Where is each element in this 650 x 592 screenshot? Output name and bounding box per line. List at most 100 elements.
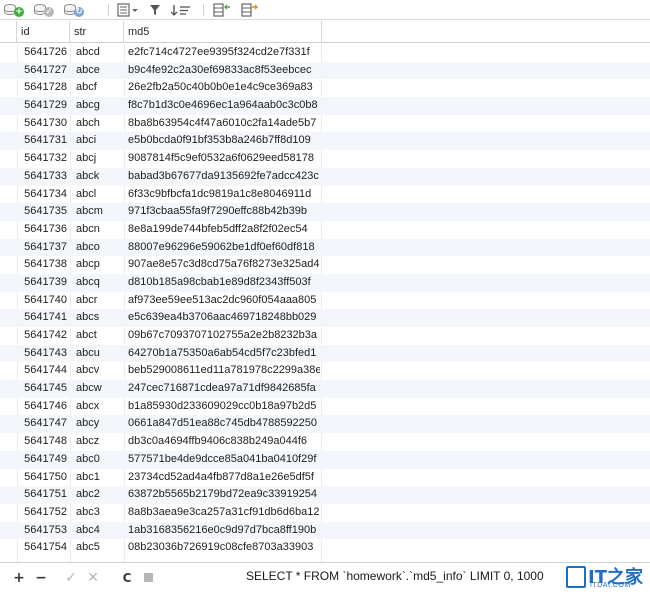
cell-str[interactable]: abc2 [74, 486, 124, 504]
cell-md5[interactable]: 23734cd52ad4a4fb877d8a1e26e5df5f [126, 469, 320, 487]
form-view-button[interactable] [113, 0, 143, 20]
cell-id[interactable]: 5641753 [17, 522, 69, 540]
cell-id[interactable]: 5641728 [17, 79, 69, 97]
cell-str[interactable]: abc4 [74, 522, 124, 540]
table-row[interactable]: 5641749 abc0 577571be4de9dcce85a041ba0410f… [0, 450, 650, 469]
cell-str[interactable]: abcd [74, 44, 124, 62]
cell-str[interactable]: abcj [74, 150, 124, 168]
cell-md5[interactable]: 9087814f5c9ef0532a6f0629eed58178 [126, 150, 320, 168]
table-row[interactable]: 5641747 abcy 0661a847d51ea88c745db47885922… [0, 415, 650, 434]
cell-md5[interactable]: 26e2fb2a50c40b0b0e1e4c9ce369a83 [126, 79, 320, 97]
table-row[interactable]: 5641727 abce b9c4fe92c2a30ef69833ac8f53eeb… [0, 61, 650, 80]
cell-id[interactable]: 5641740 [17, 292, 69, 310]
cell-id[interactable]: 5641743 [17, 345, 69, 363]
filter-button[interactable] [143, 0, 167, 20]
table-row[interactable]: 5641732 abcj 9087814f5c9ef0532a6f0629eed58… [0, 150, 650, 168]
table-row[interactable]: 5641726 abcd e2fc714c4727ee9395f324cd2e7f3… [0, 44, 650, 62]
apply-changes-button[interactable]: ✓ [30, 0, 60, 20]
import-button[interactable] [208, 0, 236, 20]
cell-md5[interactable]: e5b0bcda0f91bf353b8a246b7ff8d109 [126, 132, 320, 150]
apply-button[interactable]: ✓ [60, 570, 82, 586]
add-record-button[interactable]: + [0, 0, 30, 20]
cell-md5[interactable]: 64270b1a75350a6ab54cd5f7c23bfed1 [126, 345, 320, 363]
cell-id[interactable]: 5641731 [17, 132, 69, 150]
cell-id[interactable]: 5641748 [17, 433, 69, 451]
cell-md5[interactable]: 907ae8e57c3d8cd75a76f8273e325ad4 [126, 256, 320, 274]
cell-str[interactable]: abcr [74, 292, 124, 310]
cell-md5[interactable]: b9c4fe92c2a30ef69833ac8f53eebcec [126, 62, 320, 80]
cell-md5[interactable]: 0661a847d51ea88c745db4788592250 [126, 415, 320, 433]
table-row[interactable]: 5641744 abcv beb529008611ed11a781978c2299a… [0, 362, 650, 380]
cell-id[interactable]: 5641754 [17, 539, 69, 557]
table-row[interactable]: 5641745 abcw 247cec716871cdea97a71df984268… [0, 380, 650, 398]
cell-str[interactable]: abcm [74, 203, 124, 221]
cell-str[interactable]: abce [74, 62, 124, 80]
discard-button[interactable]: ✕ [82, 570, 104, 586]
cell-md5[interactable]: 8e8a199de744bfeb5dff2a8f2f02ec54 [126, 221, 320, 239]
cell-id[interactable]: 5641744 [17, 362, 69, 380]
table-row[interactable]: 5641754 abc5 08b23036b726919c08cfe8703a339… [0, 539, 650, 557]
cell-id[interactable]: 5641730 [17, 115, 69, 133]
table-row[interactable]: 5641751 abc2 63872b5565b2179bd72ea9c339192… [0, 486, 650, 504]
cell-str[interactable]: abch [74, 115, 124, 133]
cell-str[interactable]: abcq [74, 274, 124, 292]
cell-id[interactable]: 5641741 [17, 309, 69, 327]
cell-md5[interactable]: babad3b67677da9135692fe7adcc423c [126, 168, 320, 186]
column-header-id[interactable]: id [17, 21, 70, 43]
cell-str[interactable]: abcv [74, 362, 124, 380]
table-row[interactable]: 5641736 abcn 8e8a199de744bfeb5dff2a8f2f02e… [0, 221, 650, 239]
cell-str[interactable]: abcp [74, 256, 124, 274]
cell-id[interactable]: 5641734 [17, 186, 69, 204]
cell-str[interactable]: abc1 [74, 469, 124, 487]
cell-id[interactable]: 5641727 [17, 62, 69, 80]
cell-id[interactable]: 5641747 [17, 415, 69, 433]
cell-md5[interactable]: 971f3cbaa55fa9f7290effc88b42b39b [126, 203, 320, 221]
cell-str[interactable]: abcn [74, 221, 124, 239]
table-row[interactable]: 5641740 abcr af973ee59ee513ac2dc960f054aaa… [0, 292, 650, 310]
column-header-str[interactable]: str [70, 21, 124, 43]
table-row[interactable]: 5641742 abct 09b67c7093707102755a2e2b8232b… [0, 327, 650, 345]
cell-md5[interactable]: 1ab3168356216e0c9d97d7bca8ff190b [126, 522, 320, 540]
column-header-md5[interactable]: md5 [124, 21, 322, 43]
discard-changes-button[interactable]: ↻ [60, 0, 90, 20]
cell-str[interactable]: abcs [74, 309, 124, 327]
table-row[interactable]: 5641748 abcz db3c0a4694ffb9406c838b249a044… [0, 433, 650, 451]
table-row[interactable]: 5641750 abc1 23734cd52ad4a4fb877d8a1e26e5d… [0, 469, 650, 487]
table-row[interactable]: 5641734 abcl 6f33c9bfbcfa1dc9819a1c8e80469… [0, 186, 650, 204]
cell-id[interactable]: 5641742 [17, 327, 69, 345]
table-row[interactable]: 5641753 abc4 1ab3168356216e0c9d97d7bca8ff1… [0, 521, 650, 540]
cell-id[interactable]: 5641751 [17, 486, 69, 504]
cell-id[interactable]: 5641737 [17, 239, 69, 257]
sort-button[interactable] [167, 0, 195, 20]
cell-md5[interactable]: 8a8b3aea9e3ca257a31cf91db6d6ba12 [126, 504, 320, 522]
cell-md5[interactable]: e2fc714c4727ee9395f324cd2e7f331f [126, 44, 320, 62]
table-row[interactable]: 5641741 abcs e5c639ea4b3706aac469718248bb0… [0, 309, 650, 327]
cell-id[interactable]: 5641746 [17, 398, 69, 416]
cell-str[interactable]: abct [74, 327, 124, 345]
table-row[interactable]: 5641729 abcg f8c7b1d3c0e4696ec1a964aab0c3c… [0, 97, 650, 115]
table-row[interactable]: 5641746 abcx b1a85930d233609029cc0b18a97b2… [0, 398, 650, 416]
cell-str[interactable]: abc5 [74, 539, 124, 557]
cell-md5[interactable]: 09b67c7093707102755a2e2b8232b3a [126, 327, 320, 345]
cell-id[interactable]: 5641750 [17, 469, 69, 487]
table-row[interactable]: 5641728 abcf 26e2fb2a50c40b0b0e1e4c9ce369a… [0, 79, 650, 97]
table-row[interactable]: 5641730 abch 8ba8b63954c4f47a6010c2fa14ade… [0, 115, 650, 133]
cell-md5[interactable]: f8c7b1d3c0e4696ec1a964aab0c3c0b8 [126, 97, 320, 115]
cell-id[interactable]: 5641736 [17, 221, 69, 239]
add-row-button[interactable]: + [8, 570, 30, 586]
stop-icon[interactable] [144, 573, 153, 582]
cell-id[interactable]: 5641745 [17, 380, 69, 398]
cell-id[interactable]: 5641752 [17, 504, 69, 522]
cell-id[interactable]: 5641749 [17, 451, 69, 469]
cell-str[interactable]: abcw [74, 380, 124, 398]
cell-id[interactable]: 5641729 [17, 97, 69, 115]
table-row[interactable]: 5641737 abco 88007e96296e59062be1df0ef60df… [0, 238, 650, 257]
table-row[interactable]: 5641731 abci e5b0bcda0f91bf353b8a246b7ff8d… [0, 132, 650, 151]
cell-id[interactable]: 5641735 [17, 203, 69, 221]
cell-id[interactable]: 5641732 [17, 150, 69, 168]
cell-str[interactable]: abcy [74, 415, 124, 433]
cell-md5[interactable]: 88007e96296e59062be1df0ef60df818 [126, 239, 320, 257]
cell-str[interactable]: abcg [74, 97, 124, 115]
cell-str[interactable]: abcz [74, 433, 124, 451]
table-row[interactable]: 5641733 abck babad3b67677da9135692fe7adcc4… [0, 167, 650, 186]
